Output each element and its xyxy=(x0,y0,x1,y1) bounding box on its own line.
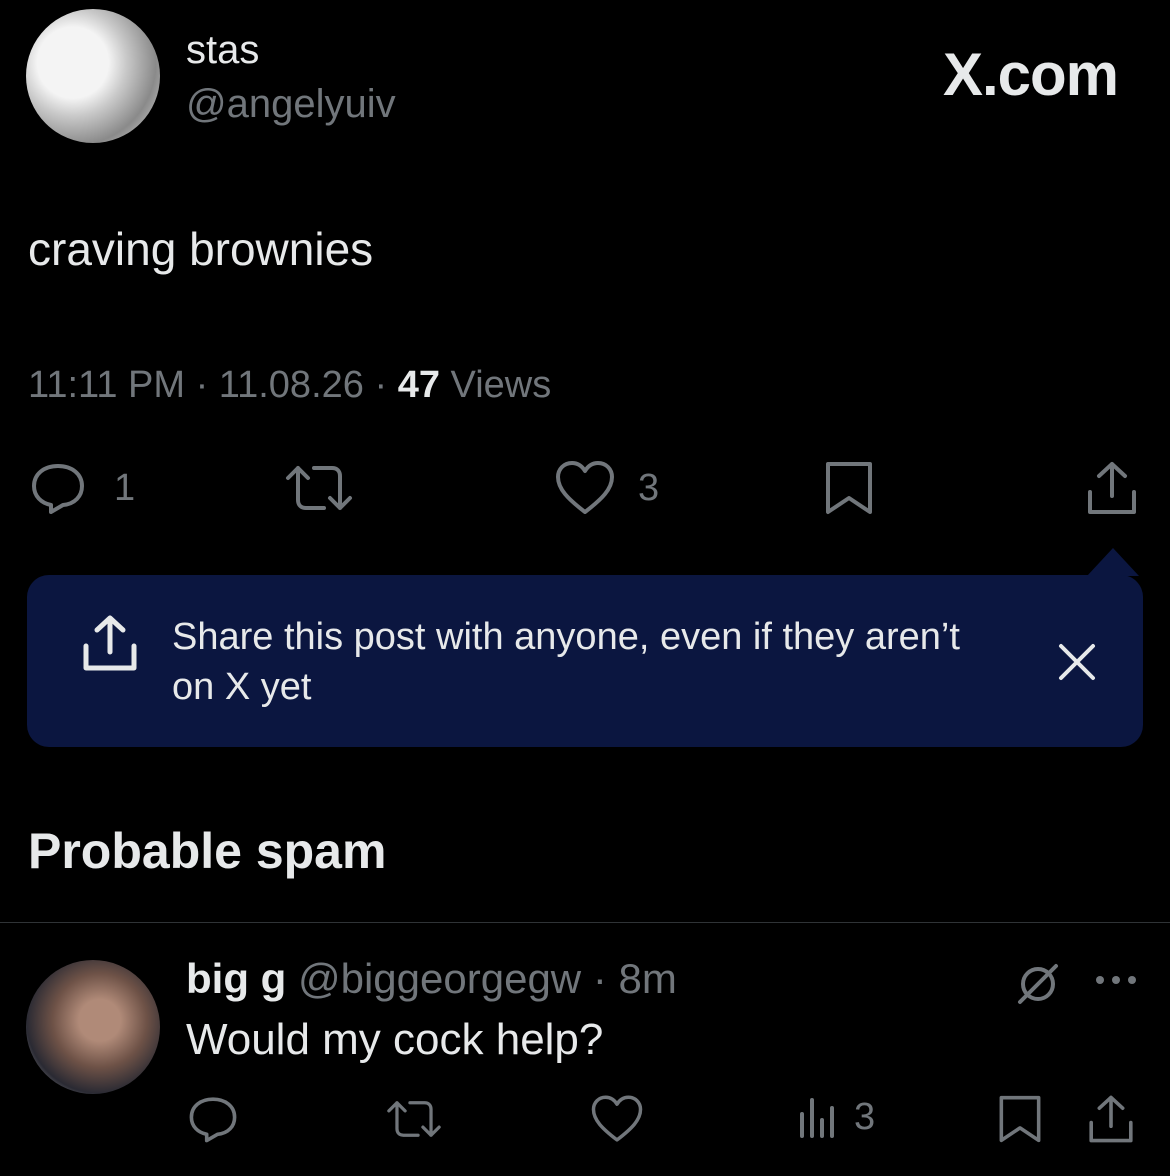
reply-author-handle[interactable]: @biggeorgegw xyxy=(298,955,581,1002)
author-avatar[interactable] xyxy=(26,9,160,143)
reply-repost-button[interactable] xyxy=(384,1094,444,1144)
divider xyxy=(0,922,1170,923)
reply-reply-button[interactable] xyxy=(186,1092,240,1146)
reply-like-button[interactable] xyxy=(590,1092,644,1146)
repost-button[interactable] xyxy=(282,458,356,518)
more-icon xyxy=(1096,976,1136,984)
reply-views-count: 3 xyxy=(854,1095,876,1138)
close-button[interactable] xyxy=(1055,640,1099,689)
bookmark-button[interactable] xyxy=(822,458,876,518)
views-label: Views xyxy=(450,364,552,406)
reply-button[interactable]: 1 xyxy=(28,458,135,518)
heart-icon xyxy=(591,1095,643,1142)
reply-icon xyxy=(189,1097,237,1143)
banner-text: Share this post with anyone, even if the… xyxy=(172,616,960,708)
views-icon xyxy=(800,1098,834,1138)
grok-icon xyxy=(1018,964,1058,1004)
meta-separator: · xyxy=(195,364,209,406)
banner-pointer xyxy=(1087,548,1139,576)
share-icon xyxy=(1088,462,1136,514)
like-button[interactable]: 3 xyxy=(554,458,659,518)
author-handle[interactable]: @angelyuiv xyxy=(186,82,396,127)
reply-count: 1 xyxy=(114,466,136,509)
repost-icon xyxy=(286,466,352,510)
reply-avatar[interactable] xyxy=(26,960,160,1094)
post-meta: 11:11 PM · 11.08.26 · 47 Views xyxy=(28,364,551,407)
reply-header: big g @biggeorgegw · 8m xyxy=(186,955,677,1003)
repost-icon xyxy=(387,1101,441,1137)
banner-share-icon xyxy=(78,612,142,681)
post-time[interactable]: 11:11 PM xyxy=(28,364,185,406)
bookmark-icon xyxy=(999,1095,1041,1143)
section-heading: Probable spam xyxy=(28,823,387,879)
close-icon xyxy=(1059,644,1095,680)
share-icon xyxy=(1089,1095,1133,1143)
post-date[interactable]: 11.08.26 xyxy=(219,364,364,406)
share-button[interactable] xyxy=(1082,458,1142,518)
heart-icon xyxy=(556,461,614,514)
like-count: 3 xyxy=(638,466,660,509)
views-count: 47 xyxy=(397,364,440,406)
author-name[interactable]: stas xyxy=(186,28,259,73)
reply-icon xyxy=(32,464,84,514)
more-button[interactable] xyxy=(1092,970,1142,995)
bookmark-icon xyxy=(826,462,872,514)
brand-watermark: X.com xyxy=(942,41,1119,108)
meta-separator: · xyxy=(374,364,388,406)
reply-text: Would my cock help? xyxy=(186,1015,604,1064)
grok-button[interactable] xyxy=(1012,958,1064,1015)
post-text: craving brownies xyxy=(28,223,374,275)
reply-separator: · xyxy=(592,955,607,1002)
reply-author-name[interactable]: big g xyxy=(186,955,286,1002)
reply-views-button[interactable]: 3 xyxy=(796,1094,875,1140)
reply-bookmark-button[interactable] xyxy=(996,1092,1044,1146)
reply-age[interactable]: 8m xyxy=(618,955,676,1002)
reply-share-button[interactable] xyxy=(1084,1092,1138,1146)
